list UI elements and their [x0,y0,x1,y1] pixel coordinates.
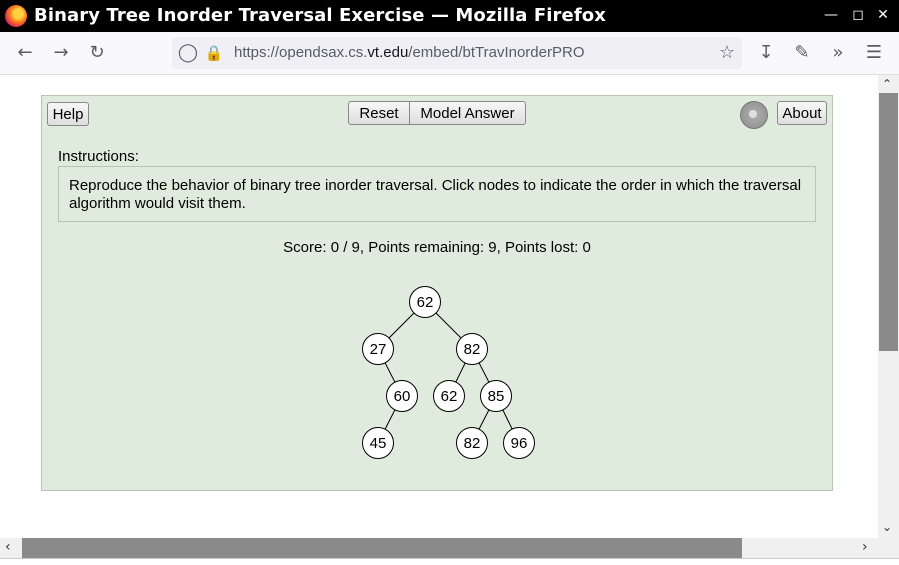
svg-text:85: 85 [488,388,505,405]
svg-text:82: 82 [464,435,481,452]
bookmark-star-icon[interactable]: ☆ [715,41,739,65]
menu-icon[interactable]: ☰ [862,41,886,65]
browser-toolbar: ← → ↻ ◯ 🔒 https://opendsax.cs.vt.edu/emb… [0,32,899,75]
svg-text:82: 82 [464,341,481,358]
maximize-icon[interactable]: ◻ [849,6,867,24]
url-bar[interactable]: ◯ 🔒 https://opendsax.cs.vt.edu/embed/btT… [172,37,742,69]
reload-icon[interactable]: ↻ [85,41,109,65]
scroll-up-icon[interactable]: ⌃ [882,77,892,91]
back-arrow-icon[interactable]: ← [13,41,37,65]
scroll-left-icon[interactable]: ‹ [5,539,11,555]
minimize-icon[interactable]: — [822,6,840,24]
svg-text:27: 27 [370,341,387,358]
horizontal-scrollbar[interactable]: ‹ › [0,538,878,558]
scrollbar-corner [878,538,899,558]
window-titlebar: Binary Tree Inorder Traversal Exercise —… [0,0,899,32]
extensions-icon[interactable]: ✎ [790,41,814,65]
tree-node-27[interactable]: 27 [362,333,394,365]
tree-node-85[interactable]: 85 [480,380,512,412]
window-title: Binary Tree Inorder Traversal Exercise —… [34,5,606,26]
svg-text:62: 62 [417,294,434,311]
tree-node-60[interactable]: 60 [386,380,418,412]
tree-node-62-left[interactable]: 62 [433,380,465,412]
close-icon[interactable]: ✕ [874,6,892,24]
scroll-down-icon[interactable]: ⌄ [882,520,892,534]
url-text[interactable]: https://opendsax.cs.vt.edu/embed/btTravI… [234,44,584,61]
page-content: Help Reset Model Answer About Instructio… [0,75,878,538]
tree-node-96[interactable]: 96 [503,427,535,459]
tree-node-45[interactable]: 45 [362,427,394,459]
vertical-scrollbar[interactable]: ⌃ ⌄ [878,75,899,538]
downloads-icon[interactable]: ↧ [754,41,778,65]
svg-text:96: 96 [511,435,528,452]
forward-arrow-icon[interactable]: → [49,41,73,65]
lock-icon[interactable]: 🔒 [202,41,226,65]
shield-icon[interactable]: ◯ [176,41,200,65]
overflow-chevron-icon[interactable]: » [826,41,850,65]
svg-text:62: 62 [441,388,458,405]
svg-text:60: 60 [394,388,411,405]
tree-node-82-top[interactable]: 82 [456,333,488,365]
tree-edges [377,301,520,444]
binary-tree: 62 27 82 60 62 85 45 82 96 [362,286,535,459]
scroll-right-icon[interactable]: › [862,539,868,555]
vertical-scroll-thumb[interactable] [879,93,898,351]
firefox-logo-icon [5,5,27,27]
tree-node-62-root[interactable]: 62 [409,286,441,318]
horizontal-scroll-thumb[interactable] [22,538,742,558]
exercise-panel: Help Reset Model Answer About Instructio… [41,95,833,491]
tree-node-82-bottom[interactable]: 82 [456,427,488,459]
svg-text:45: 45 [370,435,387,452]
